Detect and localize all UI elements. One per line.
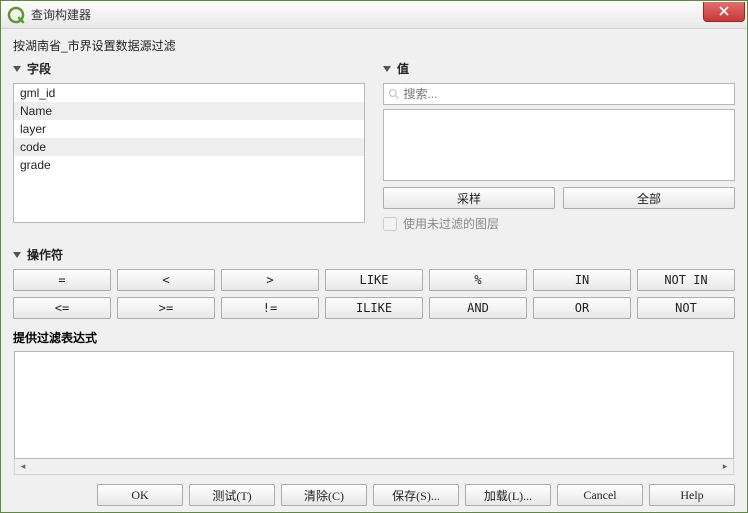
- scroll-right-icon[interactable]: ▸: [717, 460, 733, 474]
- clear-button[interactable]: 清除(C): [281, 484, 367, 506]
- op-or[interactable]: OR: [533, 297, 631, 319]
- values-search[interactable]: [383, 83, 735, 105]
- operators-header-label: 操作符: [27, 246, 63, 263]
- op-gt[interactable]: >: [221, 269, 319, 291]
- op-ilike[interactable]: ILIKE: [325, 297, 423, 319]
- operators-header[interactable]: 操作符: [13, 246, 735, 263]
- query-builder-window: 查询构建器 按湖南省_市界设置数据源过滤 字段 gml_id Name laye…: [0, 0, 748, 513]
- op-and[interactable]: AND: [429, 297, 527, 319]
- op-notin[interactable]: NOT IN: [637, 269, 735, 291]
- list-item[interactable]: code: [14, 138, 364, 156]
- titlebar[interactable]: 查询构建器: [1, 1, 747, 29]
- list-item[interactable]: layer: [14, 120, 364, 138]
- op-lt[interactable]: <: [117, 269, 215, 291]
- op-le[interactable]: <=: [13, 297, 111, 319]
- cancel-button[interactable]: Cancel: [557, 484, 643, 506]
- load-button[interactable]: 加载(L)...: [465, 484, 551, 506]
- app-icon: [7, 6, 25, 24]
- disclosure-icon: [13, 252, 21, 258]
- fields-header-label: 字段: [27, 60, 51, 77]
- search-input[interactable]: [403, 87, 730, 101]
- content: 按湖南省_市界设置数据源过滤 字段 gml_id Name layer code…: [1, 29, 747, 512]
- list-item[interactable]: grade: [14, 156, 364, 174]
- expression-textarea[interactable]: [14, 351, 734, 459]
- fields-list[interactable]: gml_id Name layer code grade: [13, 83, 365, 223]
- values-header-label: 值: [397, 60, 409, 77]
- list-item[interactable]: gml_id: [14, 84, 364, 102]
- op-in[interactable]: IN: [533, 269, 631, 291]
- op-ge[interactable]: >=: [117, 297, 215, 319]
- test-button[interactable]: 测试(T): [189, 484, 275, 506]
- save-button[interactable]: 保存(S)...: [373, 484, 459, 506]
- expression-header: 提供过滤表达式: [13, 329, 735, 346]
- use-unfiltered-row[interactable]: 使用未过滤的图层: [383, 215, 735, 232]
- op-eq[interactable]: =: [13, 269, 111, 291]
- values-list[interactable]: [383, 109, 735, 181]
- scroll-left-icon[interactable]: ◂: [15, 460, 31, 474]
- op-ne[interactable]: !=: [221, 297, 319, 319]
- op-percent[interactable]: %: [429, 269, 527, 291]
- op-like[interactable]: LIKE: [325, 269, 423, 291]
- footer: OK 测试(T) 清除(C) 保存(S)... 加载(L)... Cancel …: [13, 484, 735, 506]
- op-not[interactable]: NOT: [637, 297, 735, 319]
- search-icon: [388, 88, 399, 100]
- list-item[interactable]: Name: [14, 102, 364, 120]
- disclosure-icon: [383, 66, 391, 72]
- ok-button[interactable]: OK: [97, 484, 183, 506]
- fields-header[interactable]: 字段: [13, 60, 365, 77]
- help-button[interactable]: Help: [649, 484, 735, 506]
- operators-grid: = < > LIKE % IN NOT IN <= >= != ILIKE AN…: [13, 269, 735, 319]
- use-unfiltered-checkbox[interactable]: [383, 217, 397, 231]
- window-title: 查询构建器: [31, 6, 703, 23]
- close-button[interactable]: [703, 2, 745, 22]
- disclosure-icon: [13, 66, 21, 72]
- values-header[interactable]: 值: [383, 60, 735, 77]
- h-scrollbar[interactable]: ◂ ▸: [14, 459, 734, 475]
- sample-button[interactable]: 采样: [383, 187, 555, 209]
- use-unfiltered-label: 使用未过滤的图层: [403, 215, 499, 232]
- subtitle: 按湖南省_市界设置数据源过滤: [13, 37, 735, 54]
- all-button[interactable]: 全部: [563, 187, 735, 209]
